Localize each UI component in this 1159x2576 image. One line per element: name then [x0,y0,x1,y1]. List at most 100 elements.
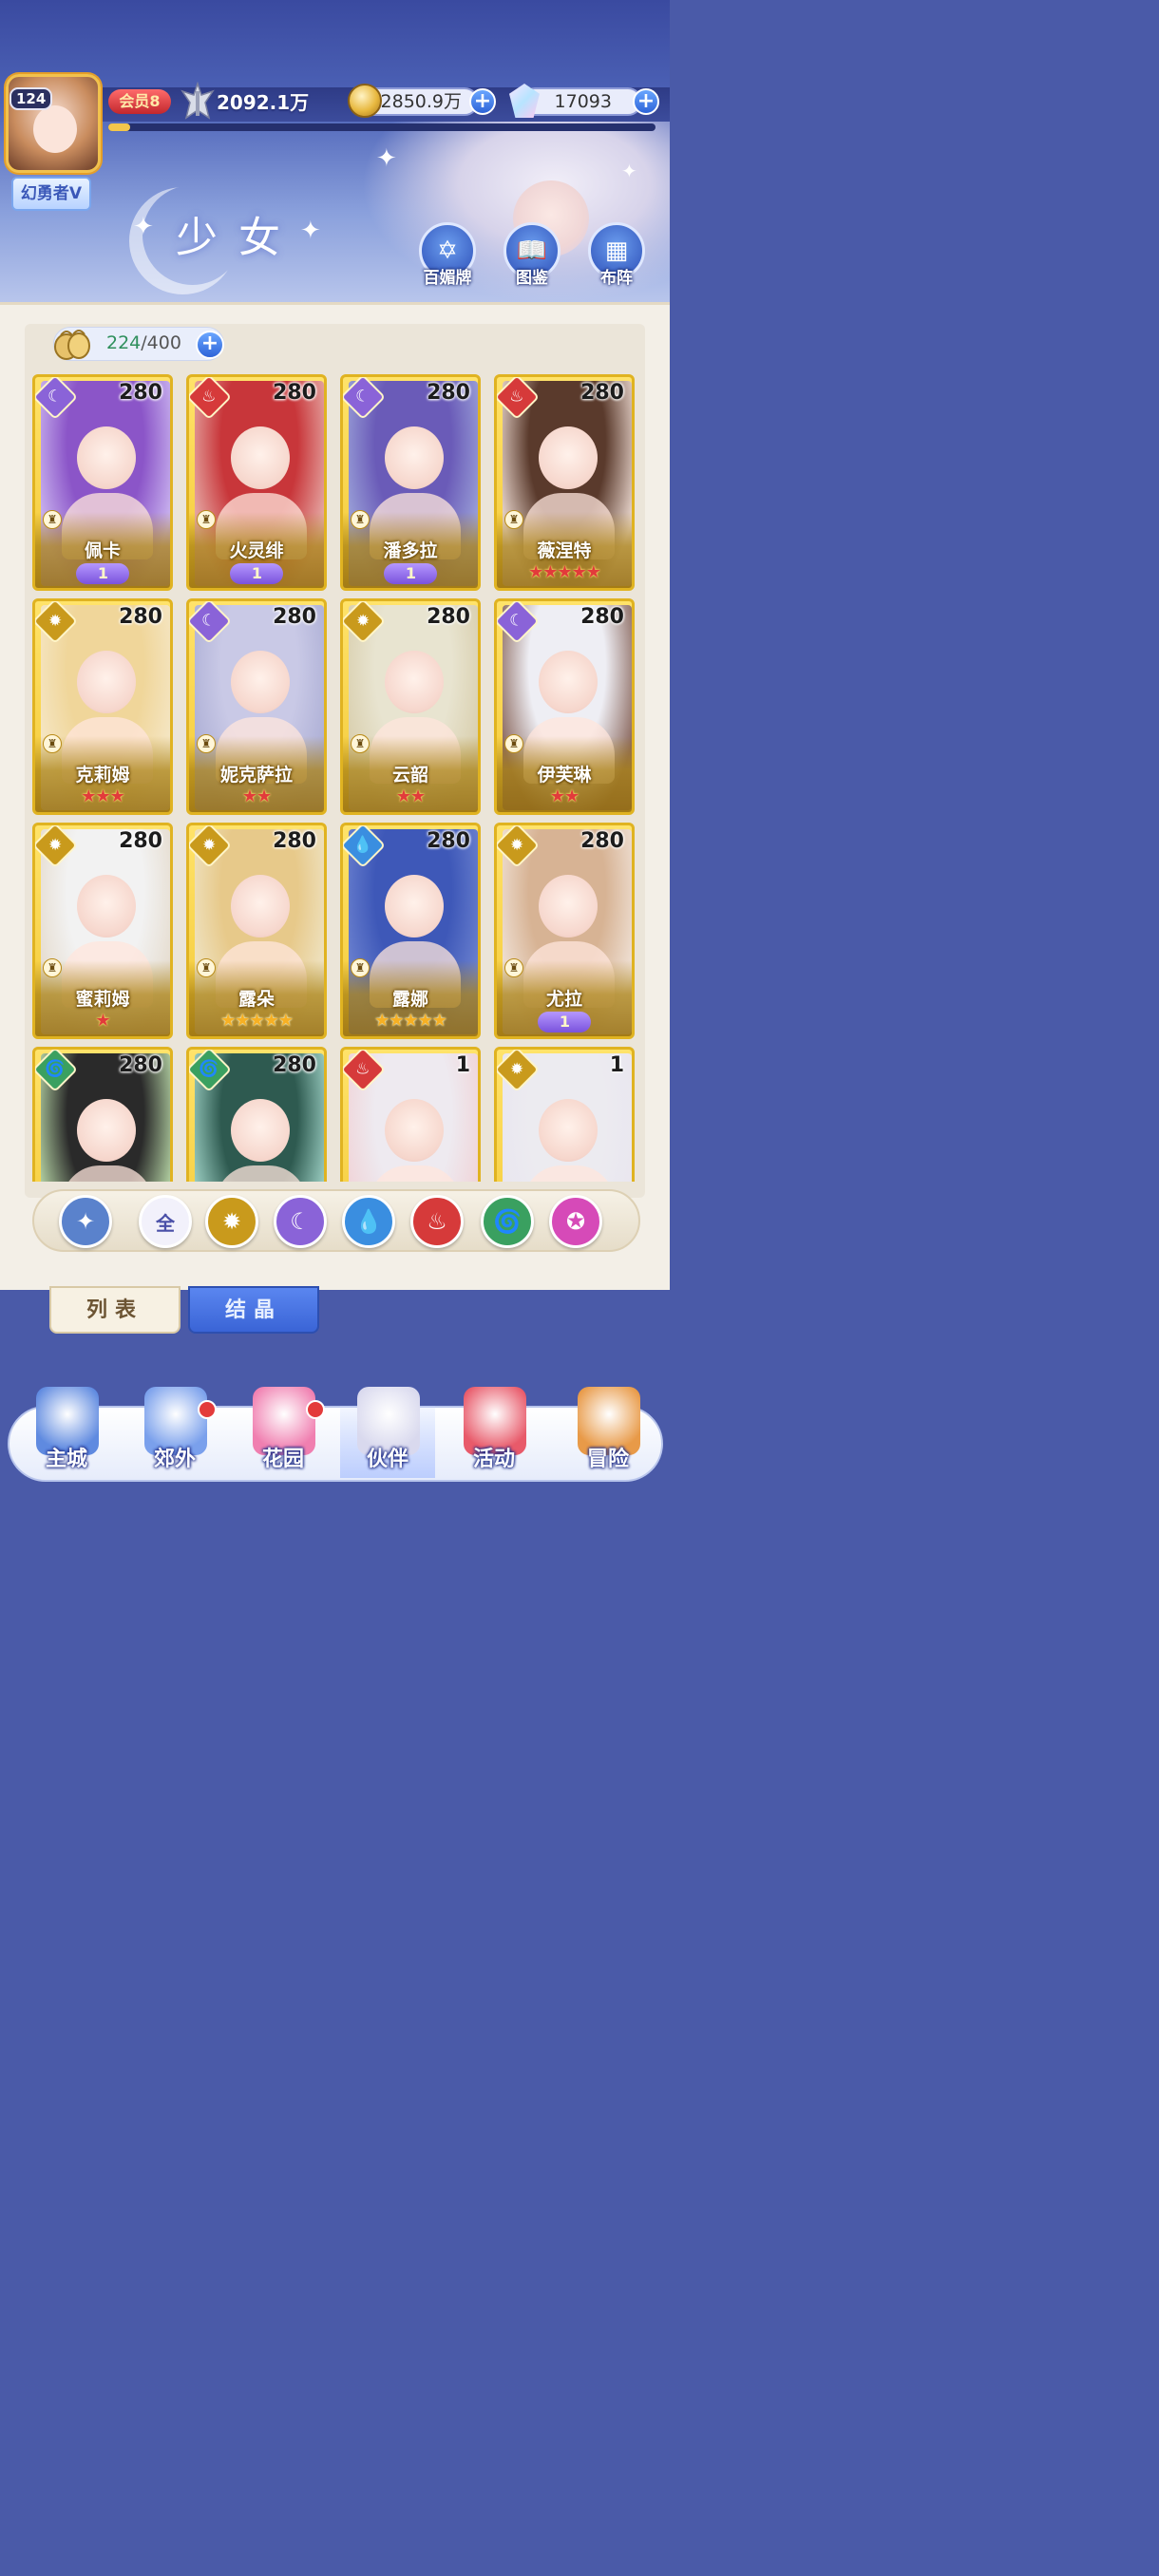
nav-item-4[interactable]: 活动 [446,1387,542,1482]
filter-water-button[interactable]: 💧 [342,1195,395,1248]
nav-label: 冒险 [586,1448,629,1471]
nav-item-3[interactable]: 伙伴 [340,1387,435,1482]
filter-fire-button[interactable]: ♨ [410,1195,464,1248]
partner-card[interactable]: ☾ 280 ♜ 伊芙琳 ★★ [494,598,635,815]
star-icon: ★ [585,562,601,582]
star-icon: ★ [95,1011,110,1031]
partner-card[interactable]: ☾ 280 ♜ 潘多拉 1 [340,374,481,591]
star-icon: ★ [431,1011,447,1031]
filter-all-button[interactable]: 全 [139,1195,192,1248]
formation-label: 布阵 [600,269,633,288]
capacity-text: 224/400 [106,332,181,353]
partner-card[interactable]: ♨ 1 [340,1047,481,1182]
partner-card[interactable]: ✹ 280 ♜ 云韶 ★★ [340,598,481,815]
filter-moon-button[interactable]: ☾ [274,1195,327,1248]
star-icon: ★ [220,1011,236,1031]
portrait-body [523,1165,615,1182]
capacity-current: 224 [106,332,142,353]
nav-item-5[interactable]: 冒险 [560,1387,656,1482]
chess-rank-icon: ♜ [504,510,523,529]
partner-card[interactable]: 🌀 280 [186,1047,327,1182]
partner-card[interactable]: 🌀 280 [32,1047,173,1182]
partner-card[interactable]: ✹ 280 ♜ 露朵 ★★★★★ [186,823,327,1039]
partner-rank: ★★★★★ [343,1012,478,1031]
partner-name: 尤拉 [545,989,582,1010]
expand-capacity-button[interactable]: + [196,331,224,359]
nav-label: 花园 [261,1448,304,1471]
sparkle-icon: ✦ [621,160,637,182]
player-title-badge[interactable]: 幻勇者V [11,177,91,211]
partner-level: 280 [273,829,316,853]
partner-level: 1 [455,1053,470,1077]
codex-button[interactable]: 📖 图鉴 [501,222,563,288]
nav-item-2[interactable]: 花园 [236,1387,331,1482]
partner-card[interactable]: ☾ 280 ♜ 妮克萨拉 ★★ [186,598,327,815]
partner-level: 280 [427,605,470,629]
chess-rank-icon: ♜ [504,958,523,977]
tab-list[interactable]: 列表 [49,1286,180,1334]
vip-badge[interactable]: 会员8 [108,89,171,114]
partner-name: 妮克萨拉 [219,765,293,786]
portrait-face [539,426,598,489]
nav-item-1[interactable]: 郊外 [127,1387,222,1482]
add-gold-button[interactable]: + [469,88,496,115]
portrait-face [231,1099,290,1162]
partner-card[interactable]: ✹ 1 [494,1047,635,1182]
star-icon: ★ [256,786,272,806]
partner-card[interactable]: ♨ 280 ♜ 火灵绯 1 [186,374,327,591]
filter-special-button[interactable]: ✦ [59,1195,112,1248]
star-icon: ★ [109,786,125,806]
gold-coin-icon [348,84,382,118]
chess-rank-icon: ♜ [43,734,62,753]
nav-label: 活动 [472,1448,515,1471]
star-icon: ★ [277,1011,294,1031]
partner-level: 280 [119,1053,162,1077]
partner-name: 云韶 [391,765,428,786]
portrait-face [77,1099,136,1162]
nav-label: 郊外 [153,1448,196,1471]
partner-name: 伊芙琳 [537,765,592,786]
formation-button[interactable]: ▦ 布阵 [585,222,648,288]
star-icon: ★ [571,562,587,582]
nav-item-0[interactable]: 主城 [19,1387,114,1482]
filter-star-button[interactable]: ✪ [549,1195,602,1248]
partner-level: 280 [273,605,316,629]
star-icon: ★ [389,1011,404,1031]
partner-card[interactable]: ☾ 280 ♜ 佩卡 1 [32,374,173,591]
partner-level: 280 [119,829,162,853]
portrait-body [216,1165,307,1182]
partner-card[interactable]: 💧 280 ♜ 露娜 ★★★★★ [340,823,481,1039]
portrait-face [77,651,136,713]
tab-crystal[interactable]: 结晶 [188,1286,319,1334]
star-icon: ★ [564,786,580,806]
sparkle-icon: ✦ [133,213,154,241]
portrait-face [231,875,290,938]
partner-name: 露娜 [391,989,428,1010]
charm-cards-button[interactable]: ✡ 百媚牌 [416,222,479,288]
star-icon: ★ [241,786,257,806]
chess-rank-icon: ♜ [43,510,62,529]
charm-cards-label: 百媚牌 [423,269,472,288]
partner-rank: ★★★★★ [497,563,632,582]
star-icon: ★ [417,1011,433,1031]
avatar-face [33,105,77,153]
partner-level: 280 [273,381,316,405]
partner-card[interactable]: ♨ 280 ♜ 薇涅特 ★★★★★ [494,374,635,591]
nav-label: 主城 [45,1448,87,1471]
partner-card[interactable]: ✹ 280 ♜ 克莉姆 ★★★ [32,598,173,815]
capacity-max: 400 [146,332,181,353]
filter-wind-button[interactable]: 🌀 [481,1195,534,1248]
portrait-face [77,426,136,489]
add-gem-button[interactable]: + [633,88,659,115]
portrait-body [370,1165,461,1182]
awaken-badge: 1 [230,563,283,584]
partner-rank: 1 [189,563,324,584]
partner-card[interactable]: ✹ 280 ♜ 蜜莉姆 ★ [32,823,173,1039]
filter-sun-button[interactable]: ✹ [205,1195,258,1248]
star-icon: ★ [249,1011,264,1031]
gold-value: 2850.9万 [380,91,462,112]
partner-name: 薇涅特 [537,540,592,561]
portrait-face [231,426,290,489]
gem-value: 17093 [554,91,612,112]
partner-card[interactable]: ✹ 280 ♜ 尤拉 1 [494,823,635,1039]
